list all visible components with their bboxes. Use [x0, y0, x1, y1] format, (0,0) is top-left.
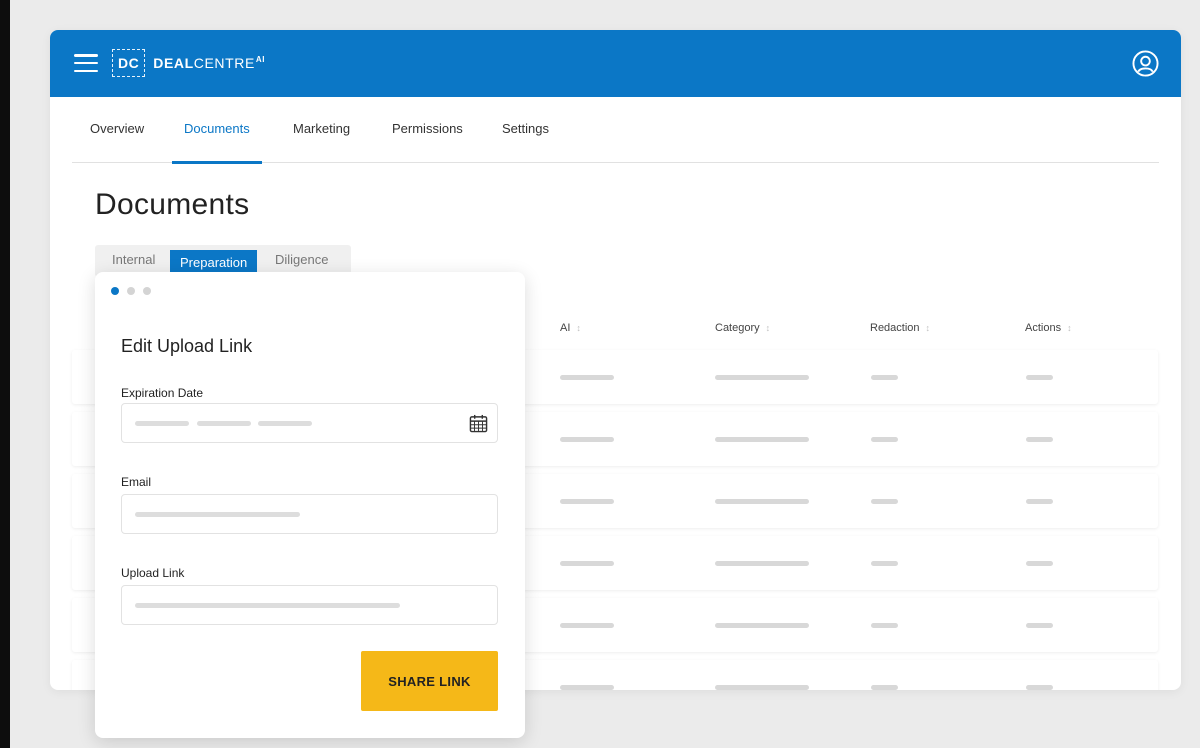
placeholder-bar: [560, 437, 614, 442]
placeholder-bar: [560, 623, 614, 628]
placeholder-bar: [560, 685, 614, 690]
upload-link-label: Upload Link: [121, 566, 185, 580]
placeholder-bar: [1026, 375, 1053, 380]
share-link-button[interactable]: SHARE LINK: [361, 651, 498, 711]
brand-superscript: AI: [255, 55, 266, 64]
email-label: Email: [121, 475, 152, 489]
calendar-icon[interactable]: [469, 414, 488, 433]
column-header-category[interactable]: Category ↕: [715, 322, 770, 334]
placeholder-bar: [560, 561, 614, 566]
column-label-category: Category: [715, 322, 760, 334]
placeholder-bar: [715, 437, 809, 442]
sort-icon: ↕: [576, 323, 581, 333]
placeholder-bar: [871, 561, 898, 566]
placeholder-bar: [135, 603, 400, 608]
brand-name-light: CENTRE: [193, 55, 255, 71]
placeholder-bar: [258, 421, 312, 426]
placeholder-bar: [560, 375, 614, 380]
menu-icon[interactable]: [74, 52, 98, 74]
subtab-diligence[interactable]: Diligence: [275, 252, 328, 267]
placeholder-bar: [715, 499, 809, 504]
page-title: Documents: [95, 188, 250, 221]
logo[interactable]: DC DEALCENTREAI: [112, 49, 265, 77]
tab-overview[interactable]: Overview: [90, 121, 144, 163]
sort-icon: ↕: [1067, 323, 1072, 333]
expiration-date-label: Expiration Date: [121, 386, 204, 400]
placeholder-bar: [135, 421, 189, 426]
tab-permissions[interactable]: Permissions: [392, 121, 463, 163]
placeholder-bar: [871, 685, 898, 690]
placeholder-bar: [1026, 685, 1053, 690]
placeholder-bar: [715, 623, 809, 628]
placeholder-bar: [871, 623, 898, 628]
logo-mark: DC: [112, 49, 146, 77]
placeholder-bar: [560, 499, 614, 504]
column-header-actions[interactable]: Actions ↕: [1025, 322, 1072, 334]
step-dot: [143, 287, 151, 295]
placeholder-bar: [1026, 623, 1053, 628]
edit-upload-link-dialog: Edit Upload Link Expiration Date Email U…: [95, 272, 525, 738]
tab-documents[interactable]: Documents: [172, 121, 262, 164]
column-label-redaction: Redaction: [870, 322, 920, 334]
placeholder-bar: [135, 512, 300, 517]
step-dot-active: [111, 287, 119, 295]
subtab-internal[interactable]: Internal: [112, 252, 155, 267]
brand-name: DEALCENTREAI: [153, 55, 265, 71]
placeholder-bar: [871, 499, 898, 504]
dialog-title: Edit Upload Link: [121, 336, 253, 356]
placeholder-bar: [1026, 499, 1053, 504]
step-indicator: [111, 287, 151, 295]
column-header-redaction[interactable]: Redaction ↕: [870, 322, 930, 334]
column-header-ai[interactable]: AI ↕: [560, 322, 581, 334]
placeholder-bar: [197, 421, 251, 426]
email-field[interactable]: [121, 494, 498, 534]
step-dot: [127, 287, 135, 295]
placeholder-bar: [871, 375, 898, 380]
placeholder-bar: [715, 375, 809, 380]
left-edge-strip: [0, 0, 10, 748]
placeholder-bar: [1026, 437, 1053, 442]
placeholder-bar: [715, 561, 809, 566]
expiration-date-field[interactable]: [121, 403, 498, 443]
placeholder-bar: [715, 685, 809, 690]
column-label-ai: AI: [560, 322, 571, 334]
placeholder-bar: [1026, 561, 1053, 566]
user-account-icon[interactable]: [1132, 50, 1159, 77]
tab-marketing[interactable]: Marketing: [293, 121, 350, 163]
sort-icon: ↕: [765, 323, 771, 333]
upload-link-field[interactable]: [121, 585, 498, 625]
brand-name-bold: DEAL: [153, 55, 194, 71]
top-bar: DC DEALCENTREAI: [50, 30, 1181, 97]
placeholder-bar: [871, 437, 898, 442]
column-label-actions: Actions: [1025, 322, 1062, 334]
tab-settings[interactable]: Settings: [502, 121, 549, 163]
main-tabs: Overview Documents Marketing Permissions…: [72, 97, 1159, 164]
sort-icon: ↕: [925, 323, 931, 333]
